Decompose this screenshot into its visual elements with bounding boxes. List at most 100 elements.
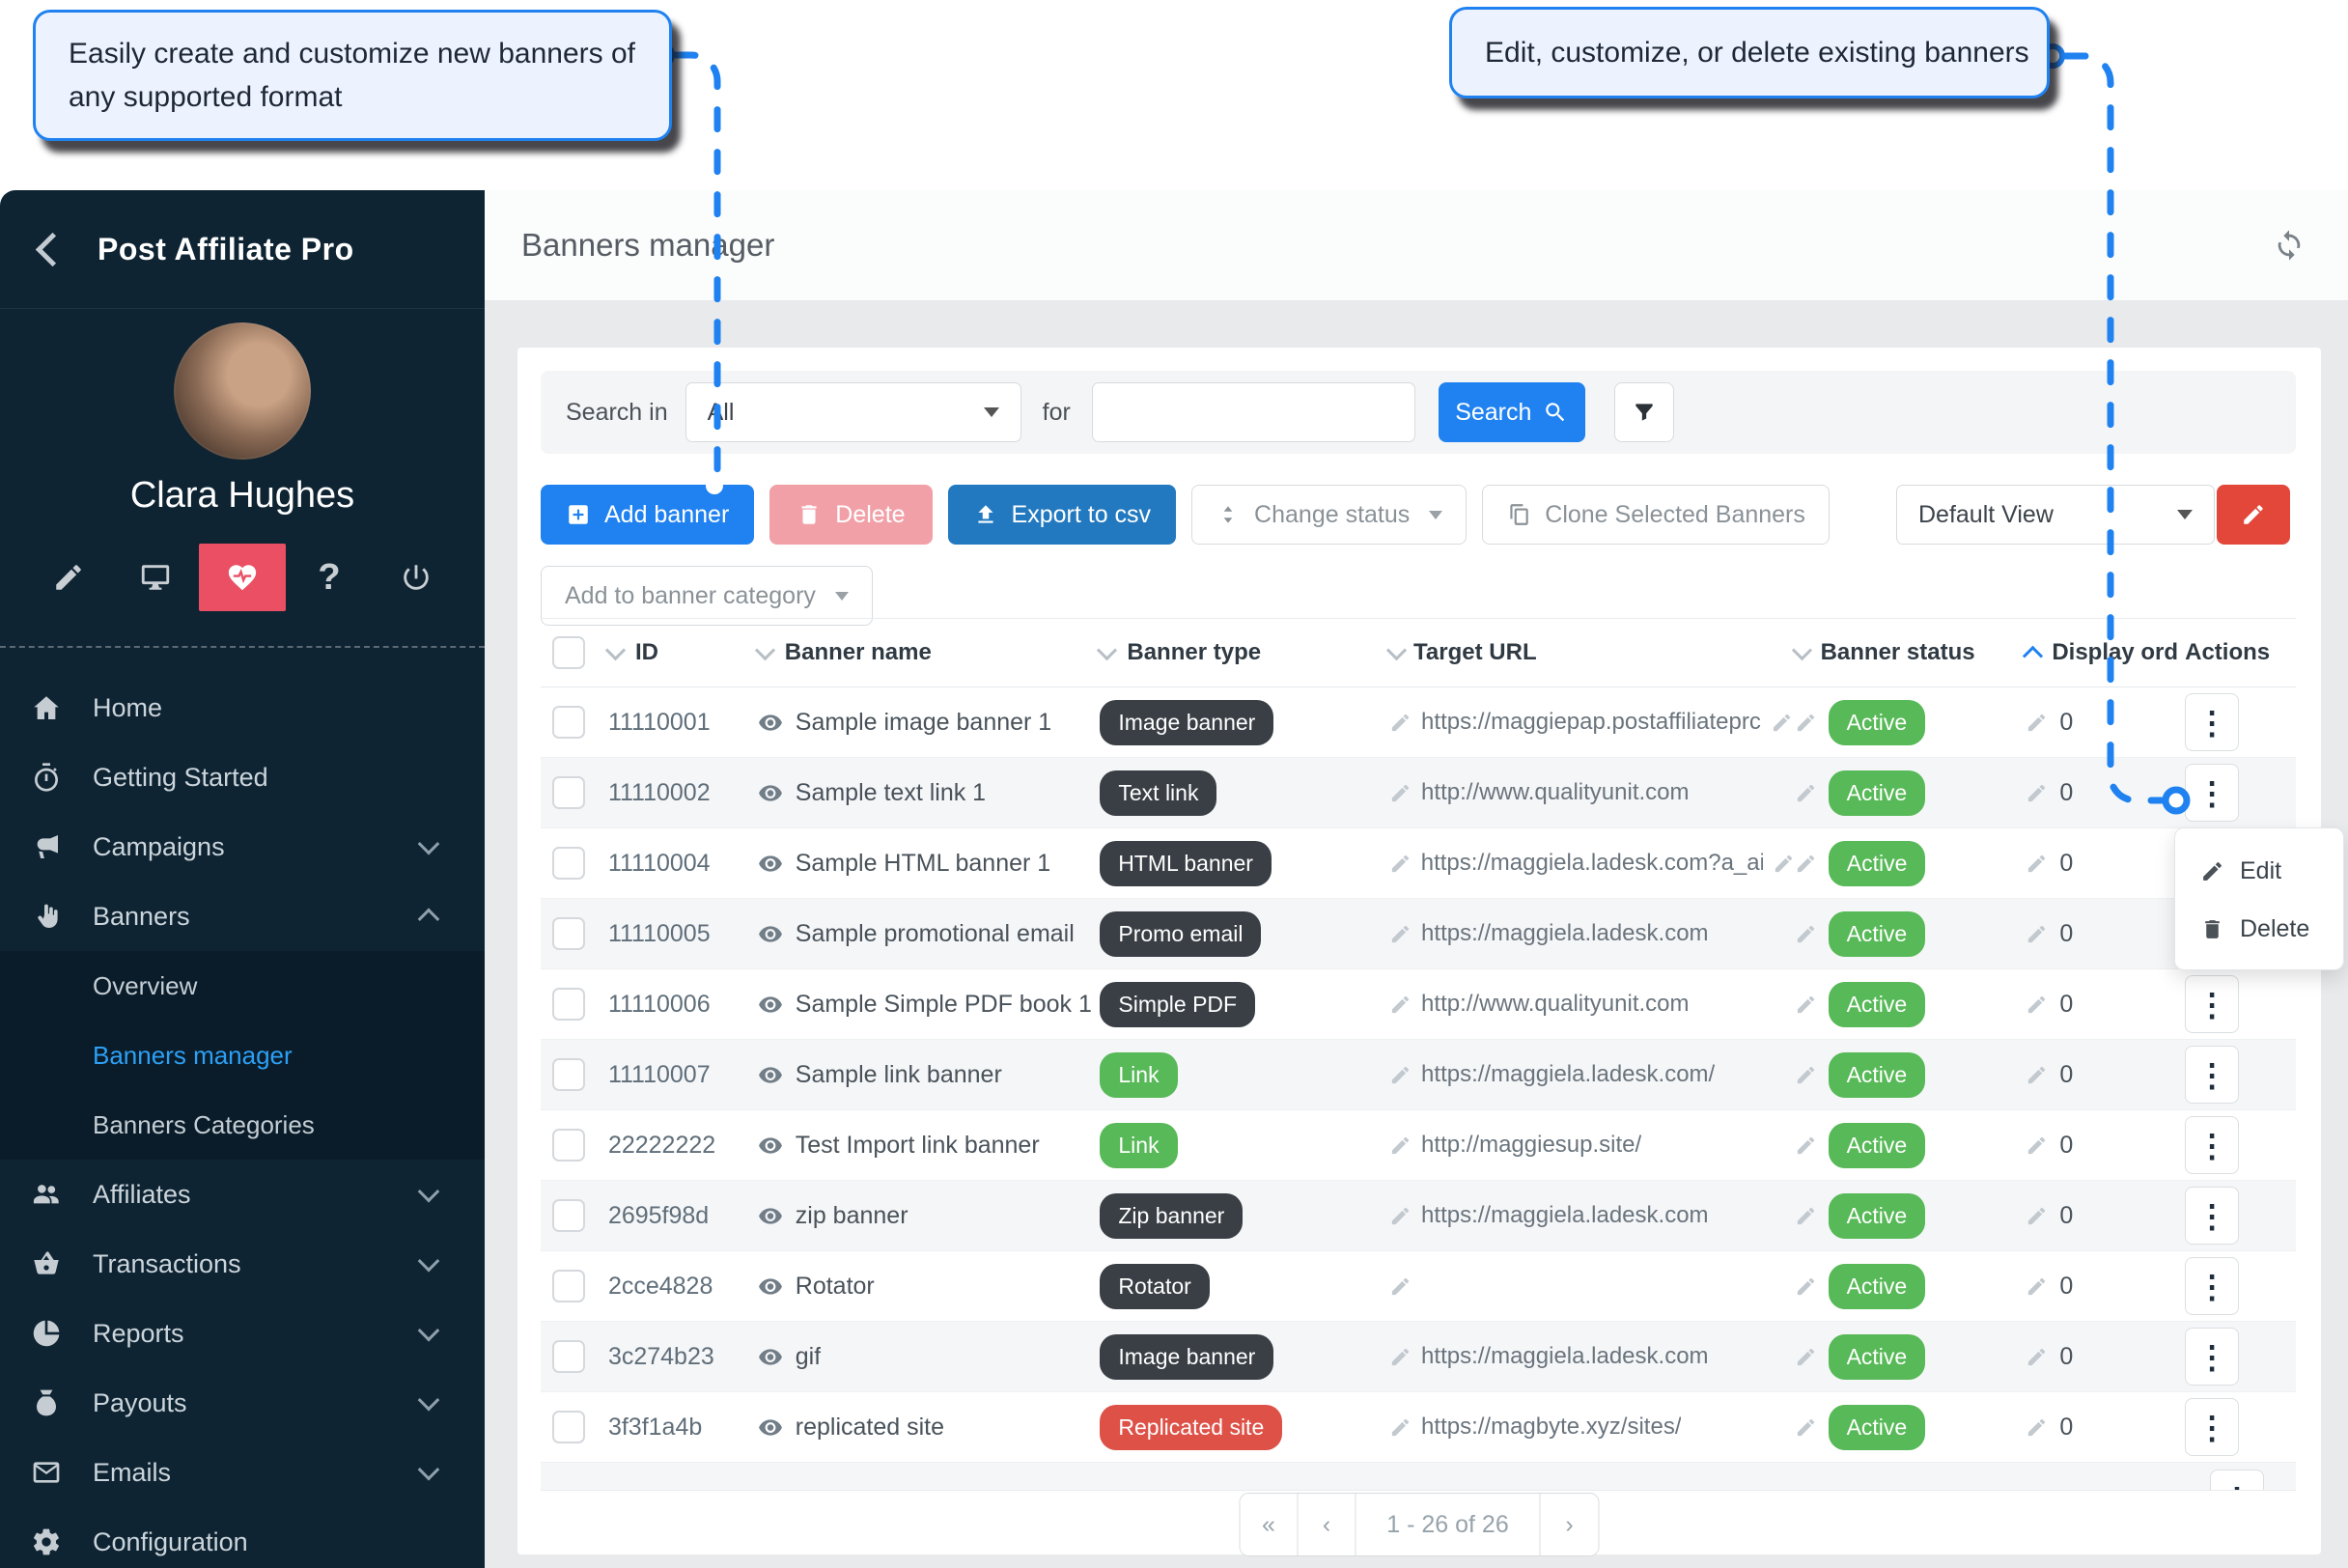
edit-order-pencil-icon[interactable] [2026, 1416, 2048, 1439]
edit-url-pencil-icon[interactable] [1389, 1064, 1412, 1086]
column-header-name[interactable]: Banner name [785, 639, 932, 666]
sidebar-subitem-banners-categories[interactable]: Banners Categories [0, 1090, 485, 1160]
refresh-icon[interactable] [2273, 229, 2306, 262]
edit-url-pencil-icon[interactable] [1389, 994, 1412, 1016]
eye-icon[interactable] [758, 1133, 783, 1158]
row-checkbox[interactable] [552, 1411, 585, 1443]
row-checkbox[interactable] [552, 1340, 585, 1373]
pagination-next-button[interactable]: › [1541, 1494, 1599, 1555]
sidebar-item-banners[interactable]: Banners [0, 882, 485, 951]
row-actions-button[interactable]: ⋮ [2210, 1470, 2264, 1491]
edit-order-pencil-icon[interactable] [2026, 1205, 2048, 1227]
sort-icon[interactable] [1791, 640, 1811, 660]
eye-icon[interactable] [758, 710, 783, 735]
sort-icon[interactable] [1386, 640, 1407, 660]
row-actions-button[interactable]: ⋮ [2185, 764, 2239, 822]
table-row[interactable]: 11110004 Sample HTML banner 1 HTML banne… [541, 828, 2296, 899]
search-in-select[interactable]: All [685, 382, 1021, 442]
eye-icon[interactable] [758, 780, 783, 805]
filter-button[interactable] [1614, 382, 1674, 442]
edit-order-pencil-icon[interactable] [2026, 853, 2048, 875]
eye-icon[interactable] [758, 1062, 783, 1087]
eye-icon[interactable] [758, 1274, 783, 1299]
edit-view-button[interactable] [2217, 485, 2290, 545]
pagination-first-button[interactable]: « [1241, 1494, 1299, 1555]
sidebar-item-emails[interactable]: Emails [0, 1438, 485, 1507]
context-edit-item[interactable]: Edit [2175, 842, 2343, 900]
edit-url-pencil-icon[interactable] [1389, 782, 1412, 804]
sidebar-item-transactions[interactable]: Transactions [0, 1229, 485, 1299]
row-checkbox[interactable] [552, 1199, 585, 1232]
sort-icon[interactable] [755, 640, 775, 660]
avatar[interactable] [174, 322, 311, 460]
row-actions-button[interactable]: ⋮ [2185, 1046, 2239, 1104]
edit-status-pencil-icon[interactable] [1795, 1416, 1817, 1439]
add-to-category-button[interactable]: Add to banner category [541, 566, 873, 626]
select-all-checkbox[interactable] [552, 636, 585, 669]
table-row[interactable]: 3f3f1a4b replicated site Replicated site… [541, 1392, 2296, 1463]
edit-url-pencil-icon[interactable] [1773, 853, 1795, 875]
edit-url-pencil-icon[interactable] [1389, 1205, 1412, 1227]
edit-status-pencil-icon[interactable] [1795, 923, 1817, 945]
row-checkbox[interactable] [552, 847, 585, 880]
eye-icon[interactable] [758, 992, 783, 1017]
edit-status-pencil-icon[interactable] [1795, 1205, 1817, 1227]
sort-icon[interactable] [1097, 640, 1117, 660]
edit-url-pencil-icon[interactable] [1389, 1134, 1412, 1157]
sidebar-item-affiliates[interactable]: Affiliates [0, 1160, 485, 1229]
edit-order-pencil-icon[interactable] [2026, 1346, 2048, 1368]
edit-url-pencil-icon[interactable] [1389, 712, 1412, 734]
edit-url-pencil-icon[interactable] [1389, 923, 1412, 945]
edit-status-pencil-icon[interactable] [1795, 712, 1817, 734]
pagination-prev-button[interactable]: ‹ [1299, 1494, 1356, 1555]
edit-status-pencil-icon[interactable] [1795, 782, 1817, 804]
table-row[interactable]: 11110006 Sample Simple PDF book 1 Simple… [541, 969, 2296, 1040]
row-actions-button[interactable]: ⋮ [2185, 975, 2239, 1033]
column-header-status[interactable]: Banner status [1821, 639, 1975, 666]
edit-status-pencil-icon[interactable] [1795, 1346, 1817, 1368]
edit-order-pencil-icon[interactable] [2026, 994, 2048, 1016]
add-banner-button[interactable]: Add banner [541, 485, 754, 545]
sidebar-item-payouts[interactable]: Payouts [0, 1368, 485, 1438]
row-checkbox[interactable] [552, 1270, 585, 1302]
edit-order-pencil-icon[interactable] [2026, 1064, 2048, 1086]
eye-icon[interactable] [758, 1414, 783, 1440]
row-checkbox[interactable] [552, 1129, 585, 1162]
table-row[interactable]: 2cce4828 Rotator Rotator Active 0 ⋮ [541, 1251, 2296, 1322]
search-button[interactable]: Search [1439, 382, 1585, 442]
delete-button[interactable]: Delete [769, 485, 932, 545]
eye-icon[interactable] [758, 921, 783, 946]
edit-status-pencil-icon[interactable] [1795, 1064, 1817, 1086]
row-actions-button[interactable]: ⋮ [2185, 1116, 2239, 1174]
table-row[interactable]: 11110005 Sample promotional email Promo … [541, 899, 2296, 969]
edit-order-pencil-icon[interactable] [2026, 712, 2048, 734]
change-status-button[interactable]: Change status [1191, 485, 1467, 545]
sidebar-item-home[interactable]: Home [0, 673, 485, 742]
table-row[interactable]: 22222222 Test Import link banner Link ht… [541, 1110, 2296, 1181]
sidebar-item-configuration[interactable]: Configuration [0, 1507, 485, 1568]
row-actions-button[interactable]: ⋮ [2185, 1257, 2239, 1315]
row-checkbox[interactable] [552, 988, 585, 1021]
eye-icon[interactable] [758, 1344, 783, 1369]
edit-order-pencil-icon[interactable] [2026, 782, 2048, 804]
sidebar-subitem-banners-manager[interactable]: Banners manager [0, 1021, 485, 1090]
row-checkbox[interactable] [552, 706, 585, 739]
column-header-type[interactable]: Banner type [1127, 639, 1261, 666]
help-icon[interactable]: ? [286, 544, 373, 611]
row-actions-button[interactable]: ⋮ [2185, 1328, 2239, 1386]
edit-status-pencil-icon[interactable] [1795, 853, 1817, 875]
edit-status-pencil-icon[interactable] [1795, 1134, 1817, 1157]
edit-url-pencil-icon[interactable] [1389, 1275, 1412, 1298]
sort-active-icon[interactable] [2023, 645, 2043, 665]
table-row[interactable]: 3c274b23 gif Image banner https://maggie… [541, 1322, 2296, 1392]
row-checkbox[interactable] [552, 917, 585, 950]
pencil-icon[interactable] [25, 544, 112, 611]
edit-status-pencil-icon[interactable] [1795, 1275, 1817, 1298]
table-row[interactable]: 11110001 Sample image banner 1 Image ban… [541, 687, 2296, 758]
edit-order-pencil-icon[interactable] [2026, 923, 2048, 945]
power-icon[interactable] [373, 544, 460, 611]
row-actions-button[interactable]: ⋮ [2185, 693, 2239, 751]
sidebar-item-reports[interactable]: Reports [0, 1299, 485, 1368]
edit-url-pencil-icon[interactable] [1771, 712, 1793, 734]
row-actions-button[interactable]: ⋮ [2185, 1398, 2239, 1456]
